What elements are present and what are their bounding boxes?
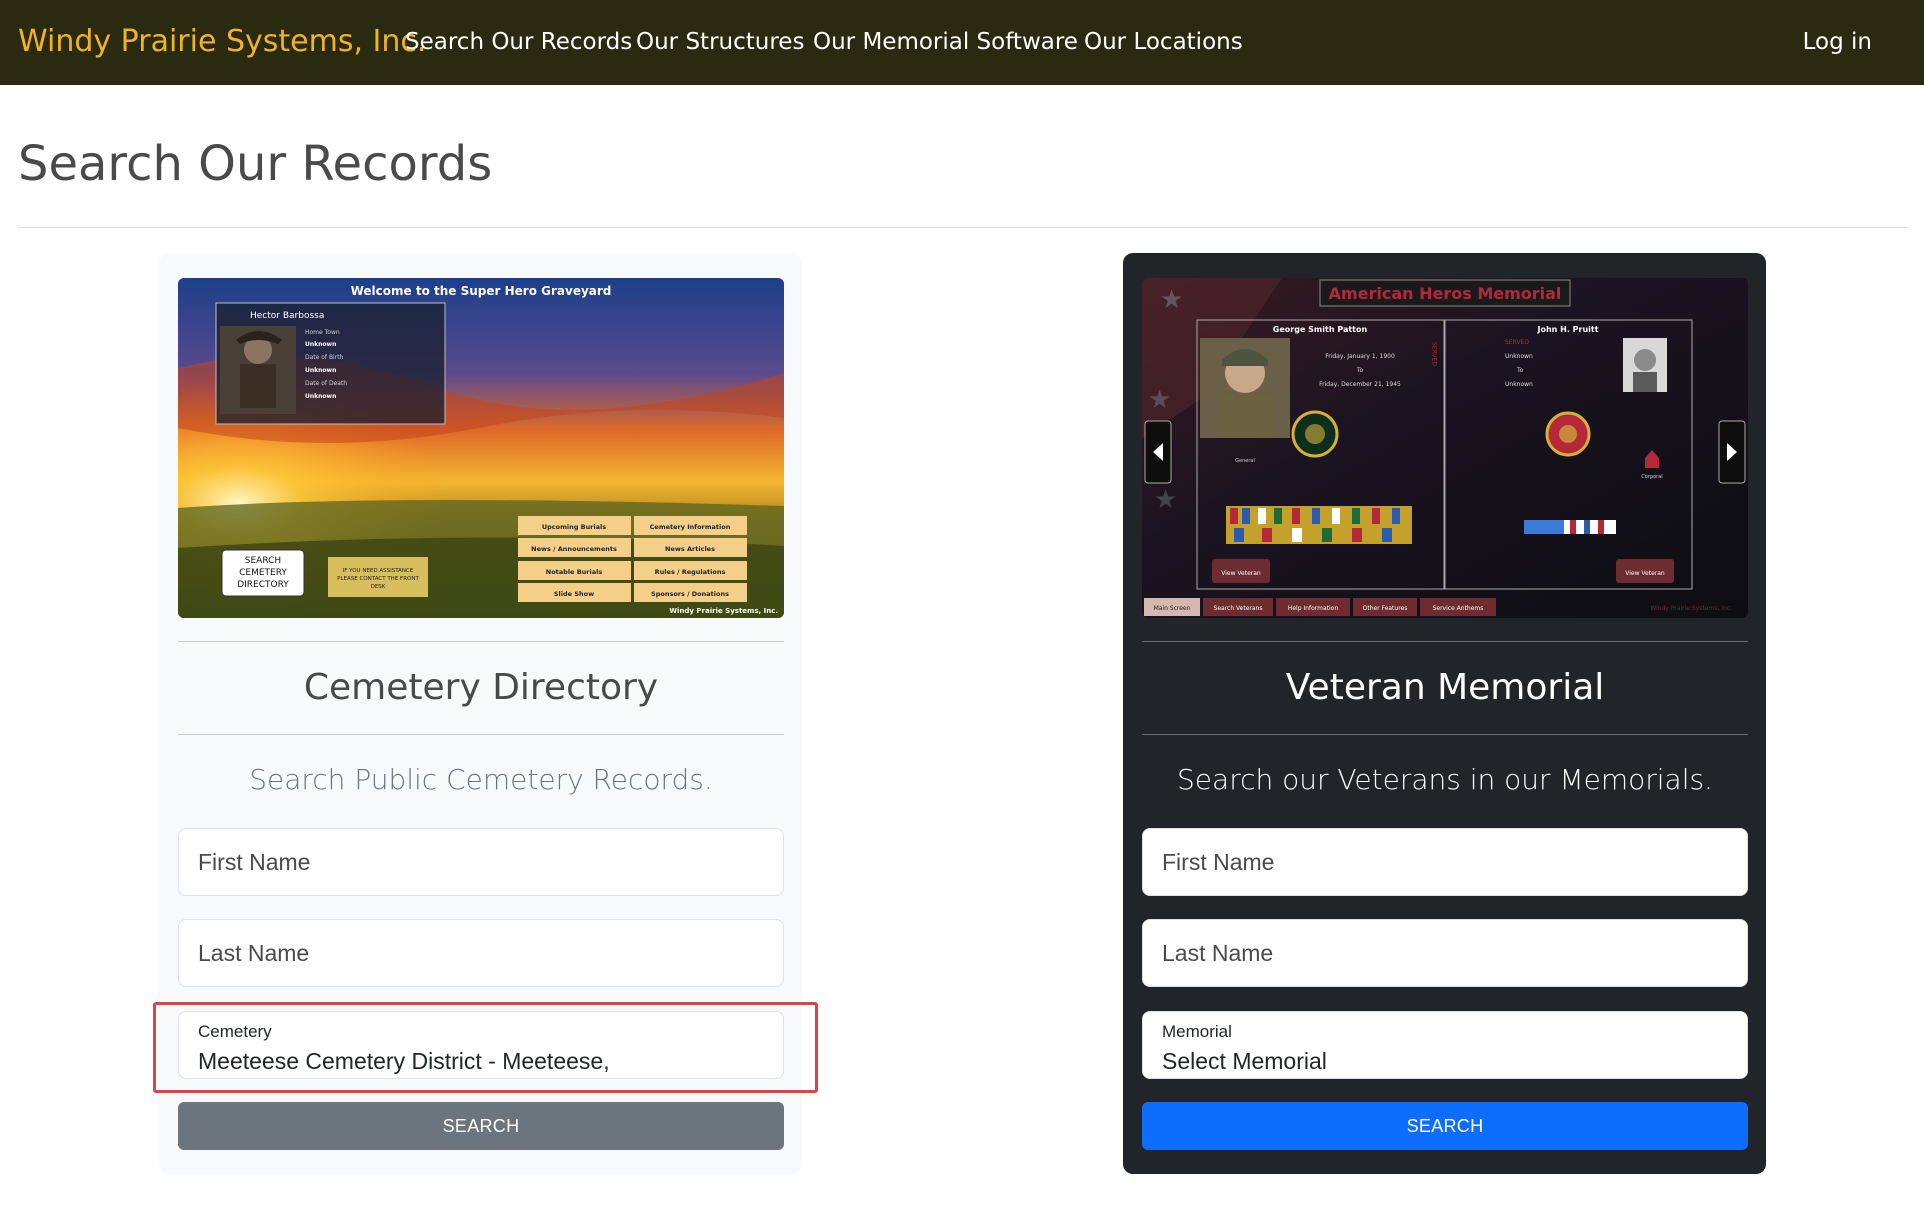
image-search-btn-text: DIRECTORY xyxy=(237,580,289,590)
image-assist-text: PLEASE CONTACT THE FRONT xyxy=(337,576,419,582)
svg-text:Other Features: Other Features xyxy=(1363,605,1408,612)
memorial-card-subtitle: Search our Veterans in our Memorials. xyxy=(1177,763,1713,796)
svg-text:Cemetery Information: Cemetery Information xyxy=(650,523,731,531)
image-right-name: John H. Pruitt xyxy=(1536,325,1598,334)
cemetery-last-name-input[interactable] xyxy=(178,919,784,987)
svg-text:Service Anthems: Service Anthems xyxy=(1433,605,1484,612)
image-ribbon-bars xyxy=(1226,506,1412,544)
cemetery-select[interactable]: Cemetery Meeteese Cemetery District - Me… xyxy=(178,1011,784,1079)
image-info-label: Date of Birth xyxy=(305,354,344,361)
svg-text:Slide Show: Slide Show xyxy=(554,590,594,598)
cemetery-directory-card: Welcome to the Super Hero Graveyard Hect… xyxy=(159,253,802,1174)
card-divider xyxy=(1142,734,1748,735)
image-assist-text: IF YOU NEED ASSISTANCE xyxy=(343,568,414,574)
card-divider xyxy=(178,641,784,642)
memorial-last-name-input[interactable] xyxy=(1142,919,1748,987)
image-rank-text: Corporal xyxy=(1641,474,1662,480)
image-info-label: Home Town xyxy=(305,329,340,336)
image-date-text: Friday, December 21, 1945 xyxy=(1319,381,1401,388)
image-view-veteran-button: View Veteran xyxy=(1625,570,1665,577)
nav-memorial-software[interactable]: Our Memorial Software xyxy=(813,29,1078,55)
image-assist-text: DESK xyxy=(371,584,386,590)
image-info-label: Date of Death xyxy=(305,380,347,387)
image-date-text: Friday, January 1, 1900 xyxy=(1325,353,1395,360)
svg-text:News / Announcements: News / Announcements xyxy=(531,545,617,553)
card-divider xyxy=(1142,641,1748,642)
svg-text:Notable Burials: Notable Burials xyxy=(546,568,603,576)
image-date-text: SERVED xyxy=(1505,339,1529,346)
image-tab-bar: Main Screen Search Veterans Help Informa… xyxy=(1144,598,1496,616)
brand-link[interactable]: Windy Prairie Systems, Inc. xyxy=(18,24,426,59)
memorial-card-title: Veteran Memorial xyxy=(1285,667,1605,708)
memorial-search-button[interactable]: SEARCH xyxy=(1142,1102,1748,1150)
memorial-select-value: Select Memorial xyxy=(1162,1048,1327,1074)
image-info-value: Unknown xyxy=(305,393,336,400)
memorial-select-label: Memorial xyxy=(1162,1022,1232,1041)
cemetery-card-title: Cemetery Directory xyxy=(303,667,659,708)
svg-text:Search Veterans: Search Veterans xyxy=(1214,605,1263,612)
image-search-btn-text: CEMETERY xyxy=(239,568,287,578)
image-person-name: Hector Barbossa xyxy=(250,311,324,321)
image-info-value: Unknown xyxy=(305,367,336,374)
svg-text:Main Screen: Main Screen xyxy=(1154,605,1191,612)
cemetery-first-name-input[interactable] xyxy=(178,828,784,896)
nav-search-records[interactable]: Search Our Records xyxy=(405,29,632,55)
nav-locations[interactable]: Our Locations xyxy=(1084,29,1243,55)
veteran-memorial-card: ★ ★ ★ American Heros Memorial George Smi… xyxy=(1123,253,1766,1174)
card-divider xyxy=(178,734,784,735)
svg-text:★: ★ xyxy=(1148,385,1171,415)
svg-text:Sponsors / Donations: Sponsors / Donations xyxy=(651,590,729,598)
memorial-first-name-input[interactable] xyxy=(1142,828,1748,896)
image-search-btn-text: SEARCH xyxy=(245,556,281,566)
image-view-veteran-button: View Veteran xyxy=(1221,570,1261,577)
memorial-screenshot-image: ★ ★ ★ American Heros Memorial George Smi… xyxy=(1142,278,1748,618)
svg-text:★: ★ xyxy=(1154,485,1177,515)
image-footer-text: Windy Prairie Systems, Inc. xyxy=(669,607,778,615)
svg-text:Upcoming Burials: Upcoming Burials xyxy=(542,523,606,531)
svg-text:News Articles: News Articles xyxy=(665,545,715,553)
nav-structures[interactable]: Our Structures xyxy=(636,29,804,55)
page-title: Search Our Records xyxy=(18,136,493,192)
image-info-value: Unknown xyxy=(305,341,336,348)
memorial-select[interactable]: Memorial Select Memorial xyxy=(1142,1011,1748,1079)
image-served-vertical: SERVED xyxy=(1431,342,1438,366)
top-navbar: Windy Prairie Systems, Inc. Search Our R… xyxy=(0,0,1924,85)
image-header-text: American Heros Memorial xyxy=(1329,284,1562,303)
image-date-text: To xyxy=(1516,367,1524,374)
image-footer-text: Windy Prairie Systems, Inc. xyxy=(1650,605,1732,612)
image-rank-text: General xyxy=(1235,458,1255,464)
login-link[interactable]: Log in xyxy=(1803,29,1872,55)
svg-text:Help Information: Help Information xyxy=(1288,605,1339,612)
cemetery-card-subtitle: Search Public Cemetery Records. xyxy=(249,763,713,796)
page-divider xyxy=(18,227,1908,228)
image-left-name: George Smith Patton xyxy=(1273,325,1368,334)
cemetery-search-button[interactable]: SEARCH xyxy=(178,1102,784,1150)
svg-text:★: ★ xyxy=(1160,285,1183,315)
image-date-text: Unknown xyxy=(1505,353,1533,360)
svg-text:Rules / Regulations: Rules / Regulations xyxy=(655,568,726,576)
image-header-text: Welcome to the Super Hero Graveyard xyxy=(351,284,612,298)
image-date-text: Unknown xyxy=(1505,381,1533,388)
image-ribbon-bars xyxy=(1524,520,1616,534)
cemetery-select-value: Meeteese Cemetery District - Meeteese, xyxy=(198,1048,610,1074)
cemetery-select-label: Cemetery xyxy=(198,1022,272,1041)
cemetery-screenshot-image: Welcome to the Super Hero Graveyard Hect… xyxy=(178,278,784,618)
image-date-text: To xyxy=(1356,367,1364,374)
